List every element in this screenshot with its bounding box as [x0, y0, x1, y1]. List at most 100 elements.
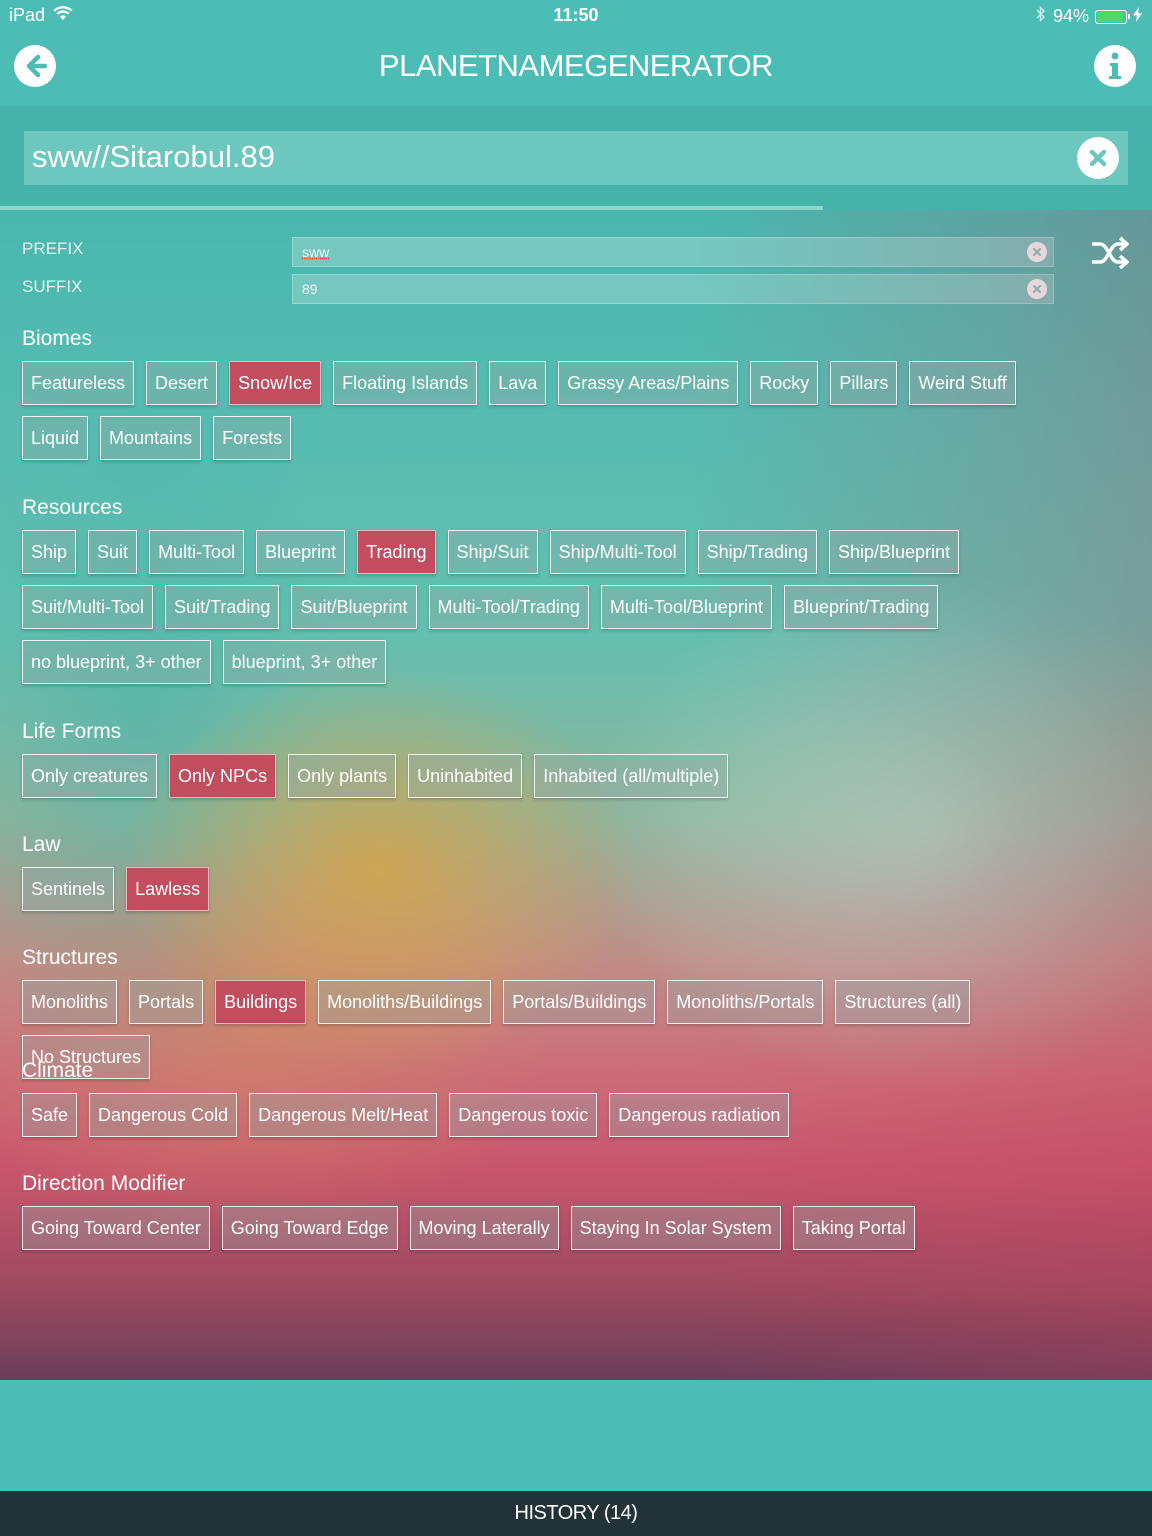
- option-chip-buildings[interactable]: Buildings: [215, 980, 307, 1024]
- status-bar: iPad 11:50 94%: [0, 0, 1152, 30]
- option-chip-blueprint-trading[interactable]: Blueprint/Trading: [783, 585, 939, 629]
- suffix-label: SUFFIX: [22, 277, 83, 296]
- option-chip-going-toward-center[interactable]: Going Toward Center: [22, 1206, 210, 1250]
- generated-name: sww//Sitarobul.89: [32, 139, 275, 174]
- clear-suffix-button[interactable]: [1027, 279, 1047, 299]
- option-chip-grassy-areas-plains[interactable]: Grassy Areas/Plains: [558, 361, 739, 405]
- info-button[interactable]: [1094, 45, 1136, 87]
- option-chip-sentinels[interactable]: Sentinels: [22, 867, 115, 911]
- generated-name-field[interactable]: sww//Sitarobul.89: [24, 131, 1128, 185]
- section-title: Climate: [22, 1059, 94, 1082]
- charging-icon: [1133, 6, 1142, 27]
- option-chip-featureless[interactable]: Featureless: [22, 361, 135, 405]
- option-chip-monoliths-portals[interactable]: Monoliths/Portals: [667, 980, 824, 1024]
- option-chip-suit[interactable]: Suit: [88, 530, 138, 574]
- section-title: Life Forms: [22, 720, 122, 743]
- section-resources: Resources Ship Suit Multi-Tool Blueprint Tra…: [22, 496, 1132, 684]
- option-chip-monoliths-buildings[interactable]: Monoliths/Buildings: [318, 980, 492, 1024]
- option-chip-multi-tool-trading[interactable]: Multi-Tool/Trading: [428, 585, 589, 629]
- option-chip-mountains[interactable]: Mountains: [100, 416, 202, 460]
- option-chip-lava[interactable]: Lava: [489, 361, 547, 405]
- option-chip-portals[interactable]: Portals: [129, 980, 204, 1024]
- section-title: Law: [22, 833, 61, 856]
- shuffle-button[interactable]: [1088, 232, 1130, 274]
- option-group: Only creatures Only NPCs Only plants Uninha…: [22, 754, 1084, 798]
- option-chip-trading[interactable]: Trading: [357, 530, 436, 574]
- option-chip-ship-multi-tool[interactable]: Ship/Multi-Tool: [549, 530, 686, 574]
- history-button[interactable]: HISTORY (14): [0, 1491, 1152, 1536]
- section-title: Structures: [22, 946, 118, 969]
- status-time: 11:50: [553, 5, 599, 25]
- options-panel: PREFIX sww SUFFIX 89 Biomes Featureless D: [0, 210, 1152, 1380]
- option-chip-portals-buildings[interactable]: Portals/Buildings: [503, 980, 656, 1024]
- option-chip-blueprint[interactable]: Blueprint: [256, 530, 346, 574]
- prefix-value: sww: [302, 244, 330, 260]
- empty-area: [0, 1380, 1152, 1491]
- option-group: Going Toward Center Going Toward Edge Movi…: [22, 1206, 1084, 1250]
- option-chip-lawless[interactable]: Lawless: [126, 867, 210, 911]
- section-direction-modifier: Direction Modifier Going Toward Center Go…: [22, 1172, 1132, 1250]
- info-icon: [1109, 52, 1121, 79]
- section-biomes: Biomes Featureless Desert Snow/Ice Floating…: [22, 327, 1132, 460]
- option-chip-staying-in-solar-system[interactable]: Staying In Solar System: [570, 1206, 781, 1250]
- nav-header: PLANETNAMEGENERATOR: [0, 30, 1152, 106]
- option-chip-suit-multi-tool[interactable]: Suit/Multi-Tool: [22, 585, 154, 629]
- option-chip-floating-islands[interactable]: Floating Islands: [333, 361, 478, 405]
- option-chip-monoliths[interactable]: Monoliths: [22, 980, 118, 1024]
- option-chip-ship-trading[interactable]: Ship/Trading: [697, 530, 817, 574]
- option-chip-only-npcs[interactable]: Only NPCs: [169, 754, 277, 798]
- option-group: Sentinels Lawless: [22, 867, 1084, 911]
- option-chip-blueprint-3-other[interactable]: blueprint, 3+ other: [222, 640, 387, 684]
- app: iPad 11:50 94% PLANETNAMEGENERATOR sww//…: [0, 0, 1152, 1536]
- option-chip-moving-laterally[interactable]: Moving Laterally: [409, 1206, 559, 1250]
- clear-icon: [1032, 247, 1042, 257]
- option-chip-taking-portal[interactable]: Taking Portal: [792, 1206, 915, 1250]
- option-group: Safe Dangerous Cold Dangerous Melt/Heat Dan…: [22, 1093, 1084, 1137]
- option-chip-snow-ice[interactable]: Snow/Ice: [229, 361, 322, 405]
- option-chip-no-blueprint-3-other[interactable]: no blueprint, 3+ other: [22, 640, 211, 684]
- option-chip-dangerous-radiation[interactable]: Dangerous radiation: [609, 1093, 790, 1137]
- option-chip-suit-blueprint[interactable]: Suit/Blueprint: [291, 585, 417, 629]
- option-chip-dangerous-toxic[interactable]: Dangerous toxic: [449, 1093, 598, 1137]
- clear-name-button[interactable]: [1077, 137, 1119, 179]
- prefix-input[interactable]: sww: [292, 237, 1054, 267]
- option-chip-multi-tool[interactable]: Multi-Tool: [149, 530, 245, 574]
- option-chip-multi-tool-blueprint[interactable]: Multi-Tool/Blueprint: [600, 585, 772, 629]
- option-chip-safe[interactable]: Safe: [22, 1093, 78, 1137]
- section-law: Law Sentinels Lawless: [22, 833, 1132, 911]
- option-chip-pillars[interactable]: Pillars: [830, 361, 898, 405]
- option-chip-inhabited-all-multiple[interactable]: Inhabited (all/multiple): [534, 754, 729, 798]
- option-chip-only-creatures[interactable]: Only creatures: [22, 754, 158, 798]
- option-chip-only-plants[interactable]: Only plants: [288, 754, 397, 798]
- suffix-value: 89: [302, 281, 318, 297]
- option-chip-uninhabited[interactable]: Uninhabited: [408, 754, 523, 798]
- option-chip-rocky[interactable]: Rocky: [750, 361, 819, 405]
- section-climate: Climate Safe Dangerous Cold Dangerous Melt…: [22, 1059, 1132, 1137]
- section-life-forms: Life Forms Only creatures Only NPCs Only p…: [22, 720, 1132, 798]
- option-chip-forests[interactable]: Forests: [213, 416, 292, 460]
- battery-level: [1097, 11, 1124, 22]
- battery-percent: 94%: [1052, 6, 1089, 26]
- prefix-label: PREFIX: [22, 239, 84, 258]
- option-chip-dangerous-cold[interactable]: Dangerous Cold: [89, 1093, 238, 1137]
- option-chip-suit-trading[interactable]: Suit/Trading: [165, 585, 280, 629]
- section-title: Resources: [22, 496, 123, 519]
- option-chip-going-toward-edge[interactable]: Going Toward Edge: [221, 1206, 398, 1250]
- option-chip-dangerous-melt-heat[interactable]: Dangerous Melt/Heat: [249, 1093, 438, 1137]
- clear-icon: [1089, 149, 1107, 167]
- clear-icon: [1032, 284, 1042, 294]
- section-title: Biomes: [22, 327, 93, 350]
- clear-prefix-button[interactable]: [1027, 242, 1047, 262]
- section-title: Direction Modifier: [22, 1172, 186, 1195]
- bluetooth-icon: [1035, 5, 1047, 28]
- option-chip-ship-blueprint[interactable]: Ship/Blueprint: [829, 530, 960, 574]
- option-chip-liquid[interactable]: Liquid: [22, 416, 89, 460]
- option-chip-desert[interactable]: Desert: [146, 361, 218, 405]
- option-chip-weird-stuff[interactable]: Weird Stuff: [909, 361, 1016, 405]
- option-chip-structures-all[interactable]: Structures (all): [835, 980, 971, 1024]
- option-group: Featureless Desert Snow/Ice Floating Island…: [22, 361, 1084, 460]
- suffix-input[interactable]: 89: [292, 274, 1054, 304]
- status-right: 94%: [1035, 5, 1142, 28]
- option-chip-ship[interactable]: Ship: [22, 530, 77, 574]
- option-chip-ship-suit[interactable]: Ship/Suit: [447, 530, 538, 574]
